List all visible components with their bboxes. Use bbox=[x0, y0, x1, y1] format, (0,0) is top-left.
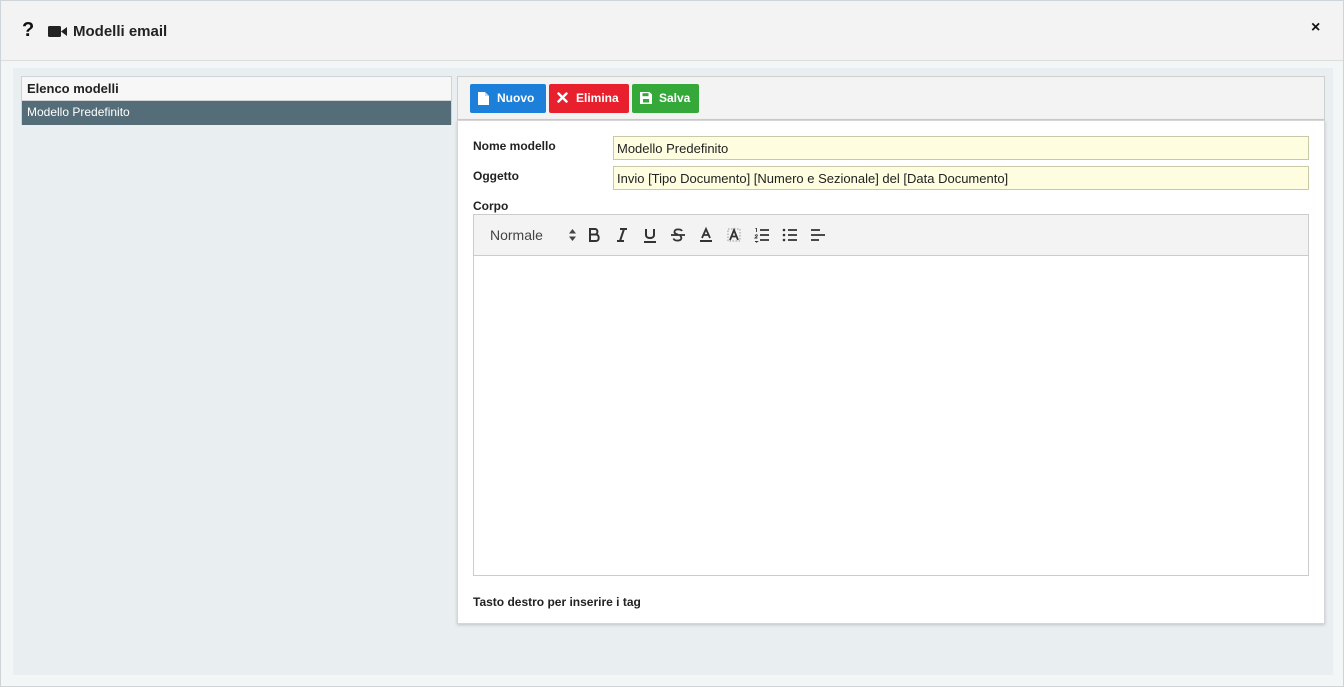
subject-label: Oggetto bbox=[473, 169, 519, 183]
body-label: Corpo bbox=[473, 199, 509, 213]
bullet-list-icon[interactable] bbox=[781, 226, 799, 244]
underline-icon[interactable] bbox=[641, 226, 659, 244]
template-name-input[interactable] bbox=[613, 136, 1309, 160]
bold-icon[interactable] bbox=[585, 226, 603, 244]
format-select-value: Normale bbox=[490, 227, 543, 243]
italic-icon[interactable] bbox=[613, 226, 631, 244]
delete-button[interactable]: Elimina bbox=[549, 84, 629, 113]
editor-body[interactable] bbox=[474, 256, 1308, 575]
name-label: Nome modello bbox=[473, 139, 556, 153]
template-list-header: Elenco modelli bbox=[22, 77, 451, 101]
editor-toolbar: Normale bbox=[474, 215, 1308, 256]
tags-hint: Tasto destro per inserire i tag bbox=[473, 595, 641, 609]
ordered-list-icon[interactable] bbox=[753, 226, 771, 244]
video-camera-icon bbox=[48, 26, 67, 37]
format-select[interactable]: Normale bbox=[490, 226, 576, 244]
save-button[interactable]: Salva bbox=[632, 84, 699, 113]
document-icon bbox=[478, 92, 489, 105]
strikethrough-icon[interactable] bbox=[669, 226, 687, 244]
new-button-label: Nuovo bbox=[497, 91, 535, 105]
align-icon[interactable] bbox=[809, 226, 827, 244]
save-button-label: Salva bbox=[659, 91, 691, 105]
action-toolbar: Nuovo Elimina Salva bbox=[457, 76, 1325, 120]
delete-button-label: Elimina bbox=[576, 91, 619, 105]
template-list-panel: Elenco modelli Modello Predefinito bbox=[21, 76, 452, 125]
floppy-disk-icon bbox=[640, 92, 652, 104]
dialog-header: ? Modelli email × bbox=[1, 1, 1343, 61]
dialog-title: Modelli email bbox=[73, 23, 168, 40]
new-button[interactable]: Nuovo bbox=[470, 84, 546, 113]
email-templates-dialog: ? Modelli email × Elenco modelli Modello… bbox=[0, 0, 1344, 687]
background-color-icon[interactable] bbox=[725, 226, 743, 244]
template-form: Nome modello Oggetto Corpo Normale bbox=[457, 120, 1325, 624]
up-down-arrows-icon bbox=[569, 229, 576, 241]
close-icon[interactable]: × bbox=[1311, 19, 1320, 37]
subject-input[interactable] bbox=[613, 166, 1309, 190]
close-icon bbox=[557, 92, 568, 103]
list-item[interactable]: Modello Predefinito bbox=[22, 101, 451, 125]
help-icon[interactable]: ? bbox=[22, 19, 34, 41]
text-color-icon[interactable] bbox=[697, 226, 715, 244]
rich-text-editor: Normale bbox=[473, 214, 1309, 576]
dialog-content: Elenco modelli Modello Predefinito Nuovo… bbox=[13, 68, 1333, 675]
